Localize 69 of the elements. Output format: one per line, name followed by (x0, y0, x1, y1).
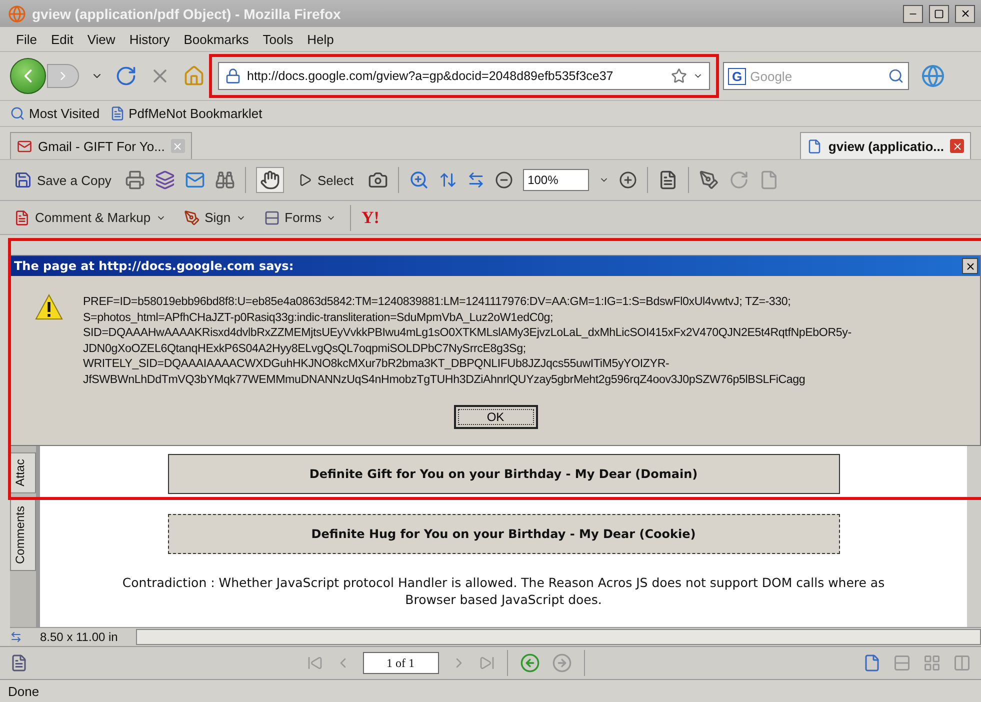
menu-item[interactable]: File (10, 32, 43, 46)
close-icon (964, 260, 976, 272)
hand-icon (260, 170, 280, 190)
alert-message: PREF=ID=b58019ebb96bd8f8:U=eb85e4a0863d5842:TM=1240839881:LM=1241117976:DV=AA:GM=1:IG=1:S=BdswFl0xUl4vwtvJ; TZ=-330; S=photos_html=APfhCHaJZT-p0Rasiq33g:indic-transliteration=SduMpmVbA_Luz2oW1edC0g; SID=DQAAAHwAAAAKRisxd4dvlbRxZZMEMjtsUEyVvkkPBIwu4mLg1sO0XTKMLslAMy3EjvzLoLaL_dxMhLicSOI415xFx2V470QJN2E5t4RqtfNpEbOR5y- JDN0gXoOZEL6QtanqHExkP6S04A2Hyy8ELvgQsQL7oqpmiSOLDPbC7NySrrcE8g3Sg; WRITELY_SID=DQAAAIAAAACWXDGuhHKJNO8kcMXur7bR2bma3KT_DBPQNLIFUb8JZJqcs55uwITiM5yYOIZYR- JfSWBWnLhDdTmVQ3bYMqk77WEMMmuDNANNzUqS4nHmobzTgTUHh3DZiAhnrlQUYzay5gbrMeht2g596rqZ4oov3J0pSZW76p5lBSLFiCagg (83, 294, 852, 387)
last-page-icon[interactable] (478, 655, 494, 671)
horizontal-scrollbar[interactable] (136, 629, 981, 645)
url-field[interactable]: http://docs.google.com/gview?a=gp&docid=2048d89efb535f3ce37 (218, 62, 710, 90)
markup-menu-button[interactable]: Comment & Markup (10, 206, 170, 228)
printer-icon[interactable] (125, 170, 146, 190)
side-panel-tab[interactable]: Comments (10, 499, 36, 572)
resize-icon[interactable] (10, 631, 22, 643)
mail-icon (17, 138, 32, 154)
page-number-field[interactable]: 1 of 1 (362, 652, 438, 674)
search-field[interactable]: G Google (723, 62, 909, 90)
status-text: Done (8, 684, 40, 698)
dialog-title: The page at http://docs.google.com says: (14, 259, 294, 273)
home-icon[interactable] (183, 65, 205, 87)
zoom-in-icon[interactable] (408, 170, 429, 190)
bookmark-item[interactable]: PdfMeNot Bookmarklet (128, 106, 262, 121)
page-size-text: 8.50 x 11.00 in (39, 630, 119, 644)
single-page-icon[interactable] (863, 654, 881, 672)
reload-icon[interactable] (115, 65, 137, 87)
minimize-button[interactable] (903, 4, 923, 22)
markup-menu-button[interactable]: Forms (260, 206, 340, 228)
menu-item[interactable]: Help (301, 32, 340, 46)
close-button[interactable] (955, 4, 975, 22)
rotate-icon[interactable] (728, 170, 749, 190)
bookmark-star-icon[interactable] (671, 68, 687, 84)
menu-item[interactable]: View (81, 32, 122, 46)
zoom-out-icon[interactable] (494, 171, 513, 189)
close-icon (960, 8, 970, 19)
select-tool-button[interactable]: Select (294, 170, 358, 190)
globe-icon (8, 4, 26, 22)
url-text: http://docs.google.com/gview?a=gp&docid=2048d89efb535f3ce37 (247, 69, 614, 83)
browser-tab[interactable]: Gmail - GIFT For Yo... (10, 132, 192, 159)
zoom-in-circle-icon[interactable] (618, 171, 637, 189)
binoculars-icon[interactable] (215, 170, 236, 190)
zoom-field[interactable]: 100% (522, 169, 589, 191)
window-title: gview (application/pdf Object) - Mozilla Firefox (32, 6, 342, 22)
menu-item[interactable]: Edit (44, 32, 80, 46)
pdf-form-button[interactable]: Definite Hug for You on your Birthday - My Dear (Cookie) (168, 514, 840, 554)
email-icon[interactable] (185, 170, 206, 190)
hand-tool-button[interactable] (256, 167, 284, 193)
toolbar-logo[interactable]: Y! (361, 208, 380, 228)
tab-close-icon[interactable] (950, 139, 964, 153)
pen-icon (184, 210, 200, 226)
forward-view-icon[interactable] (552, 653, 572, 673)
markup-menu-button[interactable]: Sign (180, 206, 250, 228)
save-copy-button[interactable]: Save a Copy (10, 168, 116, 192)
side-panel-tab[interactable]: Attac (10, 452, 36, 494)
maximize-button[interactable] (929, 4, 949, 22)
dialog-close-button[interactable] (962, 258, 978, 274)
bookmark-item[interactable]: Most Visited (29, 106, 100, 121)
ok-button[interactable]: OK (454, 405, 538, 429)
camera-icon[interactable] (368, 170, 388, 190)
search-placeholder: Google (750, 68, 794, 84)
first-page-icon[interactable] (306, 655, 322, 671)
pdf-form-button[interactable]: Definite Gift for You on your Birthday - My Dear (Domain) (168, 454, 840, 494)
back-view-icon[interactable] (520, 653, 540, 673)
maximize-icon (934, 8, 944, 18)
back-button[interactable] (10, 58, 46, 94)
menu-item[interactable]: Bookmarks (178, 32, 255, 46)
search-engine-logo[interactable]: G (728, 68, 746, 84)
search-icon[interactable] (888, 68, 904, 84)
warning-icon (35, 294, 63, 320)
browser-tab[interactable]: gview (applicatio... (800, 132, 971, 159)
pdf-paragraph: Contradiction : Whether JavaScript protocol Handler is allowed. The Reason Acros JS does not support DOM calls where as Browser based JavaScript does. (121, 574, 886, 608)
menu-item[interactable]: History (123, 32, 176, 46)
menu-item[interactable]: Tools (256, 32, 300, 46)
